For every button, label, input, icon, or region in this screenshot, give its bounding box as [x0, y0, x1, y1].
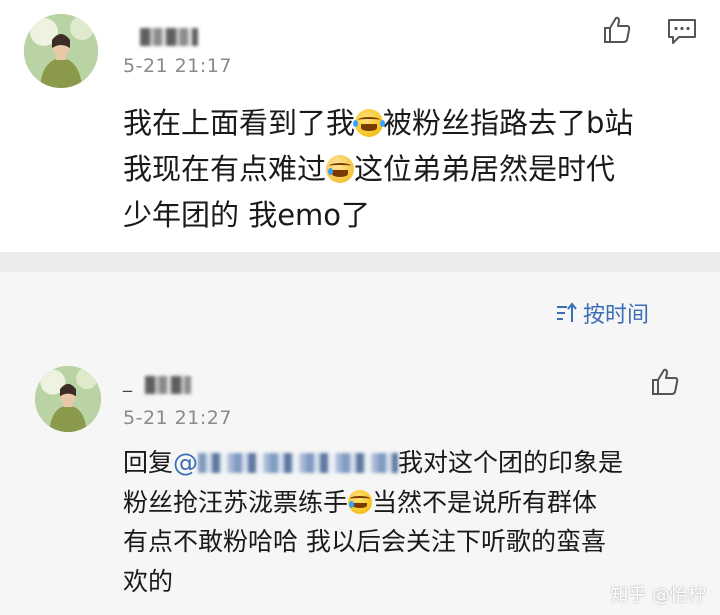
comment-line: 我在上面看到了我 被粉丝指路去了b站 — [123, 106, 634, 140]
comment-line: 少年团的 我emo了 — [123, 198, 371, 232]
comment-body: 我在上面看到了我 被粉丝指路去了b站 我现在有点难过 这位弟弟居然是时代 少年团的 … — [123, 100, 633, 238]
avatar-image — [35, 366, 101, 432]
avatar[interactable] — [24, 14, 98, 88]
reply-line: 欢的 — [123, 566, 174, 596]
cry-emoji-icon — [326, 155, 355, 183]
sort-label: 按时间 — [583, 303, 650, 328]
thumbs-up-icon — [652, 368, 679, 395]
watermark: 知乎 @怡柠 — [610, 585, 706, 606]
section-divider — [0, 252, 720, 272]
reply-username-redacted[interactable] — [145, 376, 191, 394]
comment-icon — [668, 19, 696, 44]
reply-button[interactable] — [667, 17, 697, 45]
reply-line: 粉丝抢汪苏泷票练手 当然不是说所有群体 — [123, 487, 598, 517]
comment-timestamp: 5-21 21:17 — [123, 55, 232, 77]
cry-emoji-icon — [348, 489, 373, 514]
like-button[interactable] — [602, 15, 632, 45]
avatar-image — [24, 14, 98, 88]
reply-line: 回复@ 我对这个团的印象是 — [123, 448, 624, 477]
thumbs-up-icon — [604, 16, 631, 43]
comment-line: 我现在有点难过 这位弟弟居然是时代 — [123, 152, 616, 186]
reply-like-button[interactable] — [650, 367, 680, 397]
sort-icon — [557, 302, 577, 322]
reply-avatar[interactable] — [35, 366, 101, 432]
username-redacted[interactable] — [140, 28, 198, 46]
reply-body: 回复@ 我对这个团的印象是 粉丝抢汪苏泷票练手 当然不是说所有群体 有点不敢粉哈哈 … — [123, 443, 623, 601]
mention-link[interactable]: @ — [173, 448, 399, 477]
sort-by-time-button[interactable]: 按时间 — [555, 298, 649, 328]
reply-username-prefix: _ — [123, 372, 132, 393]
reply-line: 有点不敢粉哈哈 我以后会关注下听歌的蛮喜 — [123, 527, 606, 556]
reply-timestamp: 5-21 21:27 — [123, 407, 232, 429]
mention-redacted — [198, 453, 399, 473]
laugh-cry-emoji-icon — [353, 109, 386, 137]
top-comment: 5-21 21:17 我在上面看到了我 被粉丝指路去了b站 我现在有点难过 这位弟弟… — [0, 0, 720, 252]
